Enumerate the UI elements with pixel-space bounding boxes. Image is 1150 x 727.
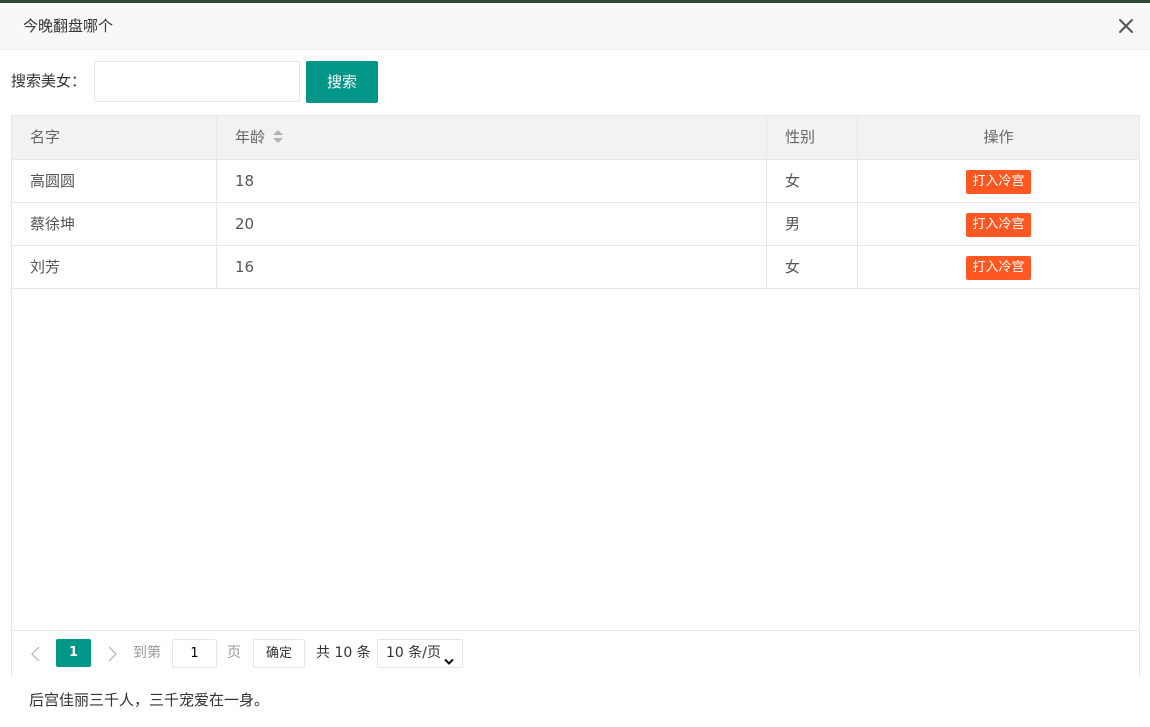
- cell-gender: 女: [766, 246, 857, 288]
- total-count: 共 10 条: [316, 645, 371, 661]
- data-table: 名字 年龄 性别 操作 高圆圆 18 女 打入冷宫 蔡徐坤 20 男 打入冷宫 …: [11, 115, 1140, 677]
- cell-gender: 男: [766, 203, 857, 245]
- cell-age: 16: [216, 246, 766, 288]
- dialog-title: 今晚翻盘哪个: [23, 17, 114, 35]
- goto-confirm-button[interactable]: 确定: [253, 639, 305, 668]
- chevron-down-icon: [444, 649, 454, 665]
- search-input[interactable]: [94, 61, 300, 102]
- goto-page-input[interactable]: [172, 639, 217, 668]
- cell-action: 打入冷宫: [857, 203, 1139, 245]
- table-header: 名字 年龄 性别 操作: [12, 116, 1139, 160]
- header-action: 操作: [857, 116, 1139, 159]
- table-row: 刘芳 16 女 打入冷宫: [12, 246, 1139, 289]
- header-age-label: 年龄: [235, 128, 266, 146]
- footer-note: 后宫佳丽三千人，三千宠爱在一身。: [29, 691, 270, 709]
- cell-name: 高圆圆: [30, 172, 76, 190]
- search-button[interactable]: 搜索: [306, 61, 378, 103]
- page-unit-label: 页: [227, 645, 241, 661]
- page-size-value: 10 条/页: [386, 645, 441, 661]
- page-current[interactable]: 1: [56, 639, 91, 667]
- header-age[interactable]: 年龄: [216, 116, 766, 159]
- cold-palace-button[interactable]: 打入冷宫: [966, 212, 1031, 237]
- cell-action: 打入冷宫: [857, 160, 1139, 202]
- sort-icon[interactable]: [273, 129, 284, 144]
- chevron-left-icon[interactable]: [28, 645, 44, 663]
- cell-gender: 女: [766, 160, 857, 202]
- cell-action: 打入冷宫: [857, 246, 1139, 288]
- cell-age: 20: [216, 203, 766, 245]
- cell-age: 18: [216, 160, 766, 202]
- header-name: 名字: [30, 128, 61, 146]
- pagination: 1 到第 页 确定 共 10 条 10 条/页: [12, 630, 1139, 677]
- cell-name: 蔡徐坤: [30, 215, 76, 233]
- cell-name: 刘芳: [30, 258, 61, 276]
- chevron-right-icon[interactable]: [104, 645, 120, 663]
- table-row: 高圆圆 18 女 打入冷宫: [12, 160, 1139, 203]
- goto-label: 到第: [133, 645, 161, 661]
- search-label: 搜索美女：: [11, 72, 87, 90]
- page-size-select[interactable]: 10 条/页: [377, 639, 463, 668]
- cold-palace-button[interactable]: 打入冷宫: [966, 255, 1031, 280]
- cold-palace-button[interactable]: 打入冷宫: [966, 169, 1031, 194]
- dialog-titlebar: 今晚翻盘哪个: [0, 3, 1150, 50]
- header-gender: 性别: [766, 116, 857, 159]
- close-icon[interactable]: [1116, 16, 1136, 36]
- table-row: 蔡徐坤 20 男 打入冷宫: [12, 203, 1139, 246]
